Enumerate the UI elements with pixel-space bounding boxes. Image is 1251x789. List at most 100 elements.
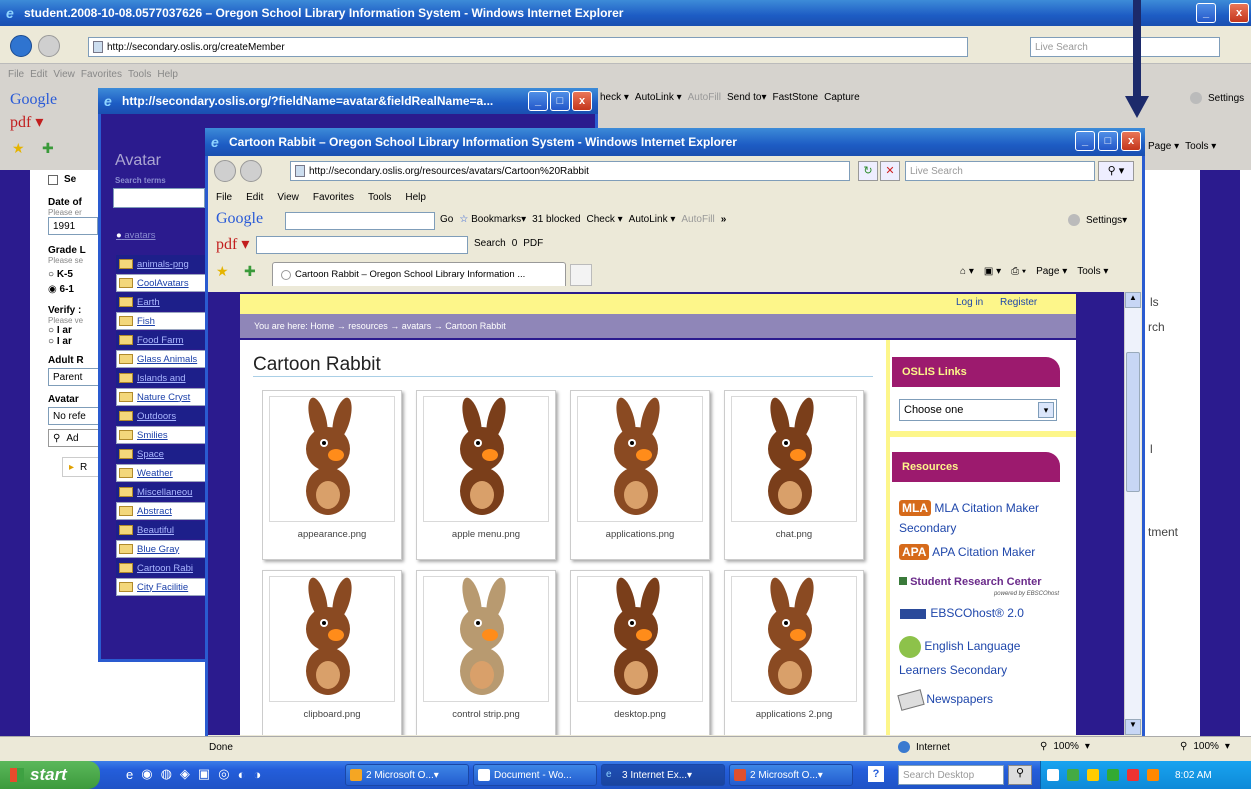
main-window-titlebar[interactable]: e Cartoon Rabbit – Oregon School Library… bbox=[205, 128, 1145, 156]
google-search-field[interactable] bbox=[285, 212, 435, 230]
folder-item[interactable]: Space bbox=[116, 445, 208, 463]
favorites-star-icon[interactable]: ★ bbox=[12, 140, 25, 157]
taskbar-button-powerpoint[interactable]: 2 Microsoft O... ▾ bbox=[729, 764, 853, 786]
autofill-button[interactable]: AutoFill bbox=[688, 92, 721, 103]
outer-right-link-3[interactable]: l bbox=[1150, 442, 1153, 456]
quicklaunch-icon-8[interactable]: ◑ bbox=[253, 767, 261, 782]
send-to-button[interactable]: Send to▾ bbox=[727, 92, 767, 103]
check-button[interactable]: heck ▾ bbox=[600, 92, 629, 103]
folder-item[interactable]: Abstract bbox=[116, 502, 208, 520]
outer-tools-menu[interactable]: Tools ▾ bbox=[1185, 141, 1216, 152]
adult-select[interactable]: Parent bbox=[48, 368, 100, 386]
scroll-thumb[interactable] bbox=[1126, 352, 1140, 492]
avatar-tile[interactable]: applications 2.png bbox=[724, 570, 864, 735]
avatar-field[interactable]: No refe bbox=[48, 407, 100, 425]
verify-radio-1[interactable]: ○ I ar bbox=[48, 325, 100, 336]
add-favorite-icon[interactable]: ✚ bbox=[42, 140, 54, 157]
popup-titlebar[interactable]: e http://secondary.oslis.org/?fieldName=… bbox=[98, 88, 598, 114]
quicklaunch-icon-7[interactable]: ◐ bbox=[238, 767, 246, 782]
quicklaunch-icon-5[interactable]: ▣ bbox=[198, 766, 210, 782]
rabbit-avatar-image[interactable] bbox=[423, 576, 549, 702]
main-menu-help[interactable]: Help bbox=[405, 192, 426, 203]
main-favorites-icon[interactable]: ★ bbox=[216, 263, 229, 280]
main-minimize-button[interactable]: _ bbox=[1075, 131, 1095, 151]
avatar-tile[interactable]: apple menu.png bbox=[416, 390, 556, 560]
outer-right-link-1[interactable]: ls bbox=[1150, 295, 1159, 309]
avatar-tile[interactable]: control strip.png bbox=[416, 570, 556, 735]
mla-citation-link[interactable]: MLA MLA Citation Maker Secondary bbox=[899, 498, 1069, 538]
rabbit-avatar-image[interactable] bbox=[731, 396, 857, 522]
folder-item[interactable]: Islands and bbox=[116, 369, 208, 387]
avatar-tile[interactable]: clipboard.png bbox=[262, 570, 402, 735]
scroll-up-button[interactable]: ▲ bbox=[1125, 292, 1141, 308]
folder-item[interactable]: Fish bbox=[116, 312, 208, 330]
main-menu-file[interactable]: File bbox=[216, 192, 232, 203]
tray-icon-2[interactable] bbox=[1067, 769, 1079, 781]
autolink-button[interactable]: AutoLink ▾ bbox=[635, 92, 682, 103]
rabbit-avatar-image[interactable] bbox=[269, 576, 395, 702]
outer-right-link-4[interactable]: tment bbox=[1148, 525, 1178, 539]
main-maximize-button[interactable]: □ bbox=[1098, 131, 1118, 151]
taskbar-button-ie[interactable]: e3 Internet Ex... ▾ bbox=[601, 764, 725, 786]
birth-year-select[interactable]: 1991 bbox=[48, 217, 98, 235]
main-menu-view[interactable]: View bbox=[277, 192, 299, 203]
desktop-search-field[interactable]: Search Desktop bbox=[898, 765, 1004, 785]
main-pdf-label[interactable]: pdf ▾ bbox=[216, 234, 249, 254]
main-autofill-button[interactable]: AutoFill bbox=[681, 214, 714, 225]
help-icon[interactable]: ? bbox=[868, 766, 884, 782]
menu-favorites[interactable]: Favorites bbox=[81, 69, 122, 80]
main-settings-button[interactable]: Settings▾ bbox=[1068, 214, 1138, 226]
outer-zoom-button[interactable]: ⚲ 100% ▾ bbox=[1180, 741, 1250, 752]
tray-icon-3[interactable] bbox=[1087, 769, 1099, 781]
folder-item[interactable]: Blue Gray bbox=[116, 540, 208, 558]
grade-radio-6-12[interactable]: ◉ 6-1 bbox=[48, 284, 100, 295]
main-address-bar[interactable]: http://secondary.oslis.org/resources/ava… bbox=[290, 161, 850, 181]
ebscohost-link[interactable]: EBSCOhost® 2.0 bbox=[899, 606, 1059, 620]
folder-item[interactable]: Miscellaneou bbox=[116, 483, 208, 501]
folder-item[interactable]: animals-png bbox=[116, 255, 208, 273]
main-close-button[interactable]: x bbox=[1121, 131, 1141, 151]
outer-address-bar[interactable]: http://secondary.oslis.org/createMember bbox=[88, 37, 968, 57]
close-button[interactable]: x bbox=[1229, 3, 1249, 23]
folder-item[interactable]: Beautiful bbox=[116, 521, 208, 539]
print-icon[interactable]: ⎙ ▾ bbox=[1011, 266, 1026, 277]
main-add-favorite-icon[interactable]: ✚ bbox=[244, 263, 256, 280]
menu-help[interactable]: Help bbox=[157, 69, 178, 80]
tray-icon-5[interactable] bbox=[1127, 769, 1139, 781]
send-checkbox[interactable] bbox=[48, 174, 58, 185]
outer-settings-button[interactable]: Settings bbox=[1190, 92, 1251, 104]
root-folder-link[interactable]: ● avatars bbox=[116, 230, 156, 241]
home-icon[interactable]: ⌂ ▾ bbox=[960, 266, 974, 277]
rabbit-avatar-image[interactable] bbox=[423, 396, 549, 522]
popup-blocked-button[interactable]: 31 blocked bbox=[532, 214, 580, 225]
main-menu-edit[interactable]: Edit bbox=[246, 192, 263, 203]
faststone-button[interactable]: FastStone bbox=[773, 92, 819, 103]
oslis-links-select[interactable]: Choose one ▾ bbox=[899, 399, 1057, 421]
bookmarks-button[interactable]: ☆ Bookmarks▾ bbox=[459, 214, 526, 225]
taskbar-button-word[interactable]: Document - Wo... bbox=[473, 764, 597, 786]
search-terms-input[interactable] bbox=[113, 188, 205, 208]
new-tab-button[interactable] bbox=[570, 264, 592, 286]
ie-quicklaunch-icon[interactable]: e bbox=[126, 767, 133, 782]
taskbar-button-outlook[interactable]: 2 Microsoft O... ▾ bbox=[345, 764, 469, 786]
main-autolink-button[interactable]: AutoLink ▾ bbox=[629, 214, 676, 225]
rabbit-avatar-image[interactable] bbox=[269, 396, 395, 522]
minimize-button[interactable]: _ bbox=[1196, 3, 1216, 23]
quicklaunch-icon-2[interactable]: ◉ bbox=[141, 766, 152, 782]
menu-view[interactable]: View bbox=[53, 69, 75, 80]
verify-radio-2[interactable]: ○ I ar bbox=[48, 336, 100, 347]
grade-radio-k5[interactable]: ○ K-5 bbox=[48, 269, 100, 280]
outer-window-titlebar[interactable]: e student.2008-10-08.0577037626 – Oregon… bbox=[0, 0, 1251, 26]
login-link[interactable]: Log in bbox=[956, 297, 983, 308]
rabbit-avatar-image[interactable] bbox=[731, 576, 857, 702]
outer-live-search[interactable]: Live Search bbox=[1030, 37, 1220, 57]
student-research-center-link[interactable]: Student Research Center powered by EBSCO… bbox=[899, 576, 1059, 600]
browser-tab[interactable]: Cartoon Rabbit – Oregon School Library I… bbox=[272, 262, 566, 286]
popup-close-button[interactable]: x bbox=[572, 91, 592, 111]
start-button[interactable]: start bbox=[0, 761, 100, 789]
avatar-tile[interactable]: appearance.png bbox=[262, 390, 402, 560]
popup-minimize-button[interactable]: _ bbox=[528, 91, 548, 111]
folder-item[interactable]: Glass Animals bbox=[116, 350, 208, 368]
avatar-tile[interactable]: applications.png bbox=[570, 390, 710, 560]
scroll-down-button[interactable]: ▼ bbox=[1125, 719, 1141, 735]
